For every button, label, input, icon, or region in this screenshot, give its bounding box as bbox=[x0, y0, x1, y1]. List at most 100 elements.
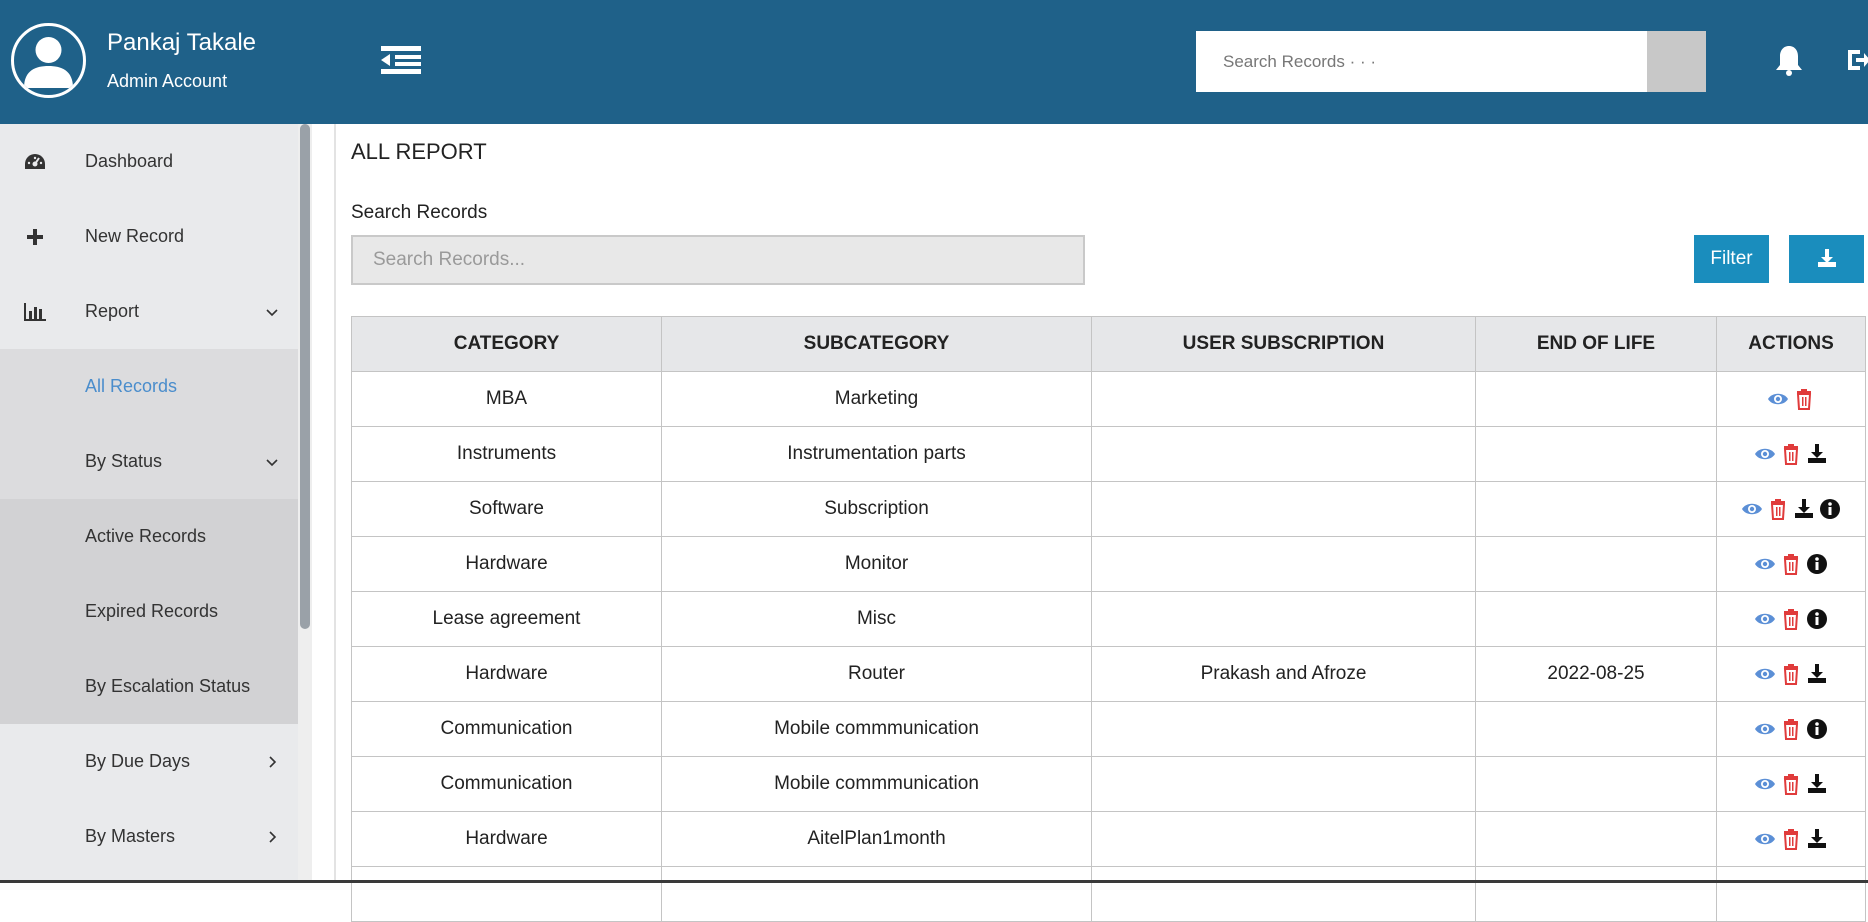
sidebar-item-all-records[interactable]: All Records bbox=[0, 349, 298, 424]
column-header-actions: ACTIONS bbox=[1716, 316, 1866, 372]
table-row[interactable]: Communication Mobile commmunication bbox=[351, 756, 1866, 812]
table-row[interactable]: Hardware AitelPlan1month bbox=[351, 811, 1866, 867]
view-icon[interactable] bbox=[1767, 388, 1789, 410]
cell-subcategory: Misc bbox=[661, 591, 1092, 647]
content-divider bbox=[334, 124, 336, 883]
sidebar-item-dashboard[interactable]: Dashboard bbox=[0, 124, 298, 199]
chevron-right-icon bbox=[264, 829, 280, 845]
table-row[interactable]: Instruments Instrumentation parts bbox=[351, 426, 1866, 482]
info-icon[interactable] bbox=[1806, 718, 1828, 740]
column-header-category[interactable]: CATEGORY bbox=[351, 316, 662, 372]
plus-icon bbox=[24, 226, 46, 248]
view-icon[interactable] bbox=[1754, 608, 1776, 630]
info-icon[interactable] bbox=[1806, 608, 1828, 630]
sidebar-item-label: All Records bbox=[85, 376, 178, 396]
table-row[interactable]: Hardware Monitor bbox=[351, 536, 1866, 592]
cell-subcategory bbox=[661, 866, 1092, 922]
view-icon[interactable] bbox=[1754, 663, 1776, 685]
filter-button[interactable]: Filter bbox=[1694, 235, 1769, 283]
user-role: Admin Account bbox=[107, 71, 228, 91]
download-icon[interactable] bbox=[1793, 498, 1815, 520]
view-icon[interactable] bbox=[1754, 553, 1776, 575]
sidebar-item-by-masters[interactable]: By Masters bbox=[0, 799, 298, 874]
view-icon[interactable] bbox=[1741, 498, 1763, 520]
info-icon[interactable] bbox=[1806, 553, 1828, 575]
cell-subscription bbox=[1091, 866, 1476, 922]
column-header-user-subscription[interactable]: USER SUBSCRIPTION bbox=[1091, 316, 1476, 372]
table-header-row: CATEGORY SUBCATEGORY USER SUBSCRIPTION E… bbox=[351, 316, 1866, 372]
sidebar-item-by-status[interactable]: By Status bbox=[0, 424, 298, 499]
records-table: CATEGORY SUBCATEGORY USER SUBSCRIPTION E… bbox=[351, 316, 1866, 922]
cell-actions bbox=[1716, 371, 1866, 427]
sidebar-item-label: By Status bbox=[85, 451, 163, 471]
download-icon[interactable] bbox=[1806, 828, 1828, 850]
download-icon[interactable] bbox=[1806, 773, 1828, 795]
table-row[interactable]: Hardware Router Prakash and Afroze 2022-08-… bbox=[351, 646, 1866, 702]
cell-actions bbox=[1716, 481, 1866, 537]
delete-icon[interactable] bbox=[1780, 663, 1802, 685]
table-row[interactable]: Communication Mobile commmunication bbox=[351, 701, 1866, 757]
cell-actions bbox=[1716, 701, 1866, 757]
delete-icon[interactable] bbox=[1780, 773, 1802, 795]
cell-subscription bbox=[1091, 756, 1476, 812]
sidebar-item-label: By Due Days bbox=[85, 751, 191, 771]
cell-eol bbox=[1475, 426, 1717, 482]
cell-actions bbox=[1716, 536, 1866, 592]
logout-icon[interactable] bbox=[1846, 46, 1868, 74]
header-search-input[interactable] bbox=[1196, 31, 1647, 92]
chevron-right-icon bbox=[264, 754, 280, 770]
download-button[interactable] bbox=[1789, 235, 1864, 283]
delete-icon[interactable] bbox=[1780, 553, 1802, 575]
cell-subscription bbox=[1091, 426, 1476, 482]
sidebar-item-report[interactable]: Report bbox=[0, 274, 298, 349]
cell-subcategory: Mobile commmunication bbox=[661, 701, 1092, 757]
top-header: Pankaj Takale Admin Account bbox=[0, 0, 1868, 124]
delete-icon[interactable] bbox=[1767, 498, 1789, 520]
table-row[interactable] bbox=[351, 866, 1866, 922]
dashboard-icon bbox=[24, 151, 46, 173]
cell-subcategory: Router bbox=[661, 646, 1092, 702]
view-icon[interactable] bbox=[1754, 718, 1776, 740]
cell-category: Hardware bbox=[351, 811, 662, 867]
delete-icon[interactable] bbox=[1780, 443, 1802, 465]
column-header-end-of-life[interactable]: END OF LIFE bbox=[1475, 316, 1717, 372]
sidebar-item-label: Expired Records bbox=[85, 601, 219, 621]
sidebar-item-by-due-days[interactable]: By Due Days bbox=[0, 724, 298, 799]
header-search-button[interactable] bbox=[1647, 31, 1706, 92]
delete-icon[interactable] bbox=[1780, 828, 1802, 850]
sidebar-item-new-record[interactable]: New Record bbox=[0, 199, 298, 274]
sidebar-toggle-icon[interactable] bbox=[381, 44, 421, 76]
table-row[interactable]: Lease agreement Misc bbox=[351, 591, 1866, 647]
records-search-input[interactable] bbox=[351, 235, 1085, 285]
cell-eol bbox=[1475, 811, 1717, 867]
cell-subcategory: Subscription bbox=[661, 481, 1092, 537]
cell-category: Software bbox=[351, 481, 662, 537]
sidebar-item-by-escalation-status[interactable]: By Escalation Status bbox=[0, 649, 298, 724]
sidebar-item-expired-records[interactable]: Expired Records bbox=[0, 574, 298, 649]
delete-icon[interactable] bbox=[1780, 718, 1802, 740]
cell-eol bbox=[1475, 866, 1717, 922]
cell-category: Lease agreement bbox=[351, 591, 662, 647]
notification-bell-icon[interactable] bbox=[1774, 44, 1804, 76]
delete-icon[interactable] bbox=[1793, 388, 1815, 410]
sidebar-scrollbar-thumb[interactable] bbox=[300, 124, 310, 629]
sidebar-item-active-records[interactable]: Active Records bbox=[0, 499, 298, 574]
cell-eol bbox=[1475, 591, 1717, 647]
user-avatar-icon bbox=[24, 37, 73, 88]
download-icon[interactable] bbox=[1806, 443, 1828, 465]
bar-chart-icon bbox=[24, 301, 46, 323]
download-icon[interactable] bbox=[1806, 663, 1828, 685]
cell-subscription bbox=[1091, 371, 1476, 427]
table-row[interactable]: Software Subscription bbox=[351, 481, 1866, 537]
view-icon[interactable] bbox=[1754, 773, 1776, 795]
cell-eol bbox=[1475, 371, 1717, 427]
info-icon[interactable] bbox=[1819, 498, 1841, 520]
view-icon[interactable] bbox=[1754, 828, 1776, 850]
user-avatar[interactable] bbox=[11, 23, 86, 98]
sidebar-item-label: New Record bbox=[85, 226, 185, 246]
table-row[interactable]: MBA Marketing bbox=[351, 371, 1866, 427]
sidebar-item-label: By Escalation Status bbox=[85, 676, 251, 696]
column-header-subcategory[interactable]: SUBCATEGORY bbox=[661, 316, 1092, 372]
view-icon[interactable] bbox=[1754, 443, 1776, 465]
delete-icon[interactable] bbox=[1780, 608, 1802, 630]
